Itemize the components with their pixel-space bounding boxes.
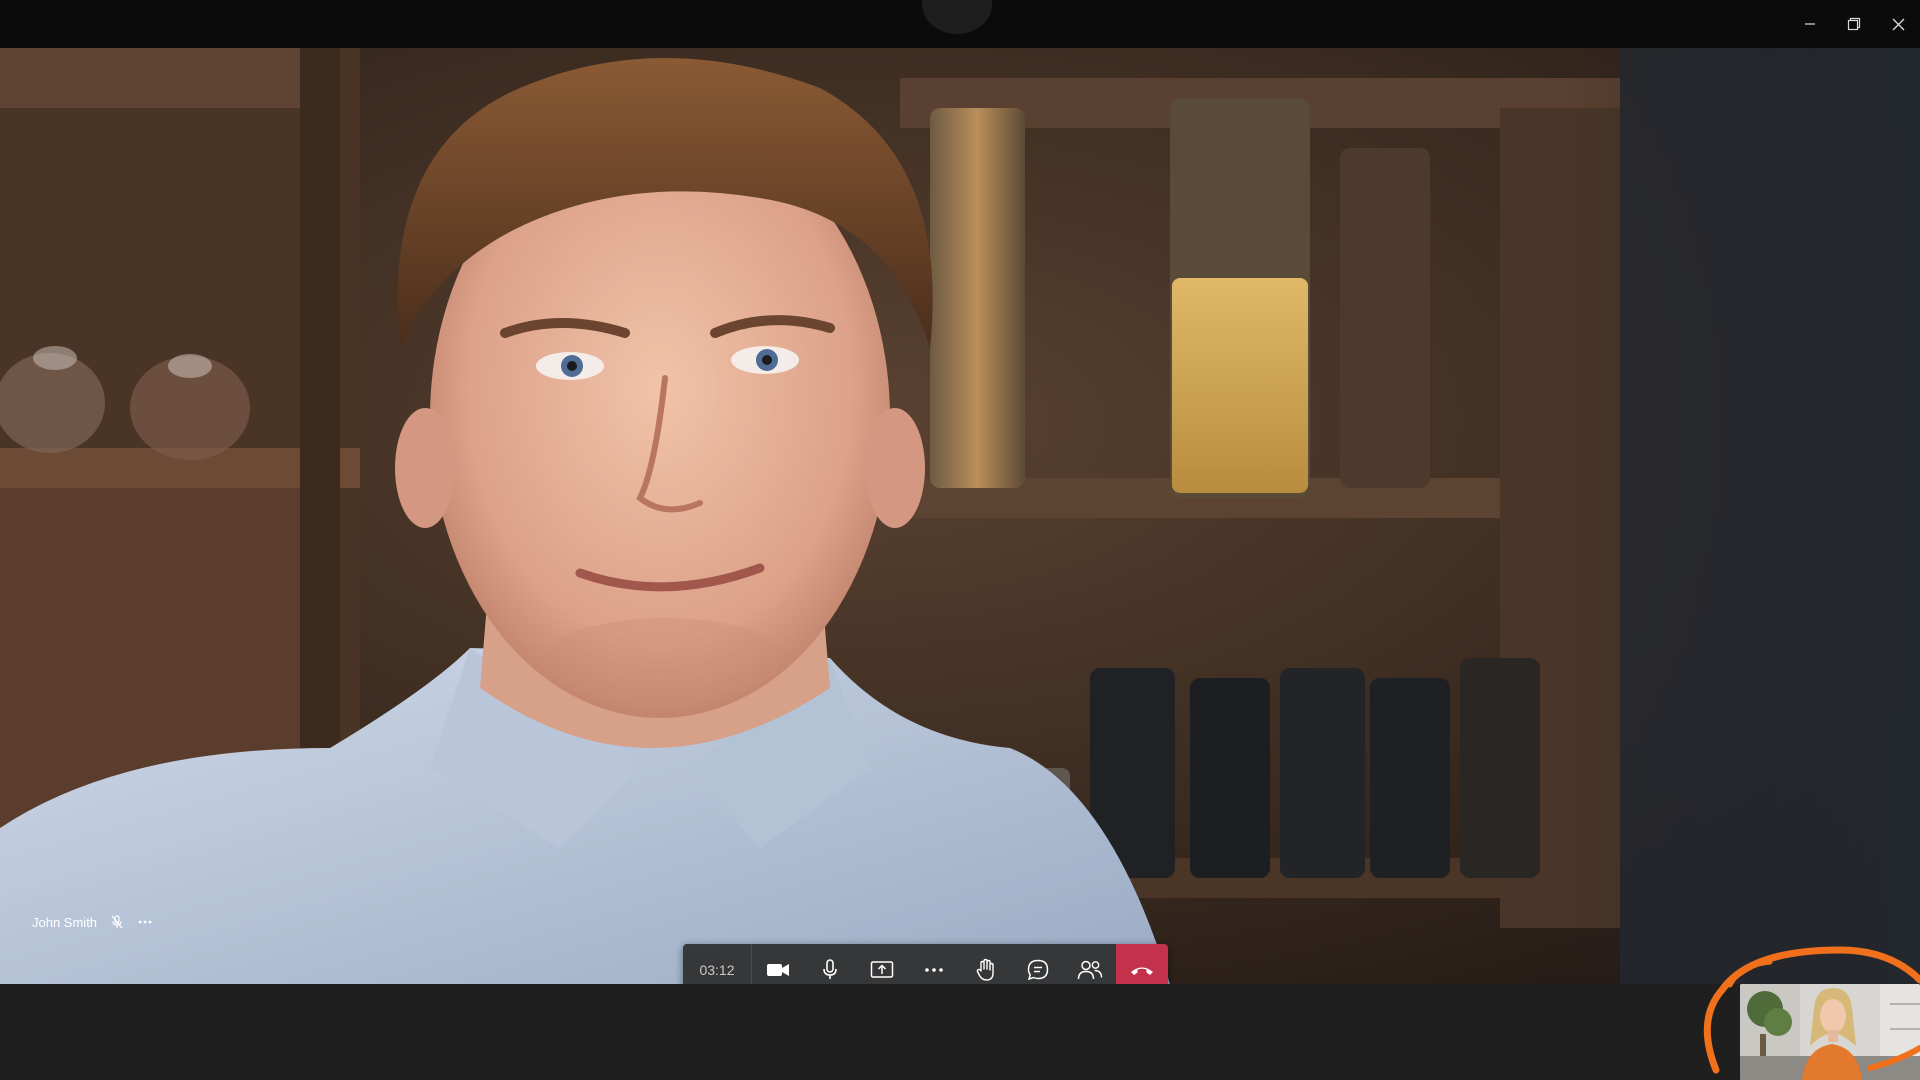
participant-name: John Smith	[32, 914, 98, 930]
video-camera-icon	[767, 964, 789, 976]
restore-icon	[1847, 17, 1861, 31]
remote-video-feed	[0, 48, 1920, 984]
restore-button[interactable]	[1832, 0, 1876, 48]
camera-notch	[922, 0, 992, 34]
chat-button[interactable]	[1012, 944, 1064, 984]
annotation-circle	[1703, 946, 1920, 1074]
mic-toggle-button[interactable]	[804, 944, 856, 984]
more-actions-button[interactable]	[908, 944, 960, 984]
bottom-strip	[0, 984, 1920, 1080]
title-bar	[0, 0, 1920, 48]
share-screen-button[interactable]	[856, 944, 908, 984]
more-options-icon	[138, 920, 152, 924]
minimize-icon	[1805, 23, 1815, 25]
window-controls	[1788, 0, 1920, 48]
camera-toggle-button[interactable]	[752, 944, 804, 984]
participant-name-tag: John Smith	[22, 906, 163, 938]
participant-options-button[interactable]	[137, 919, 153, 925]
call-timer: 03:12	[683, 944, 752, 984]
chat-icon	[1027, 959, 1049, 981]
raise-hand-button[interactable]	[960, 944, 1012, 984]
remote-video: John Smith 03:12	[0, 48, 1920, 984]
minimize-button[interactable]	[1788, 0, 1832, 48]
people-icon	[1077, 960, 1103, 980]
raise-hand-icon	[976, 958, 994, 981]
mic-off-icon	[109, 914, 125, 930]
hang-up-button[interactable]	[1116, 944, 1168, 984]
close-icon	[1892, 18, 1904, 30]
call-control-bar: 03:12	[683, 944, 1168, 984]
participants-button[interactable]	[1064, 944, 1116, 984]
hang-up-icon	[1131, 967, 1153, 975]
close-button[interactable]	[1876, 0, 1920, 48]
share-screen-icon	[870, 961, 894, 978]
microphone-icon	[823, 959, 837, 979]
more-actions-icon	[925, 968, 943, 972]
